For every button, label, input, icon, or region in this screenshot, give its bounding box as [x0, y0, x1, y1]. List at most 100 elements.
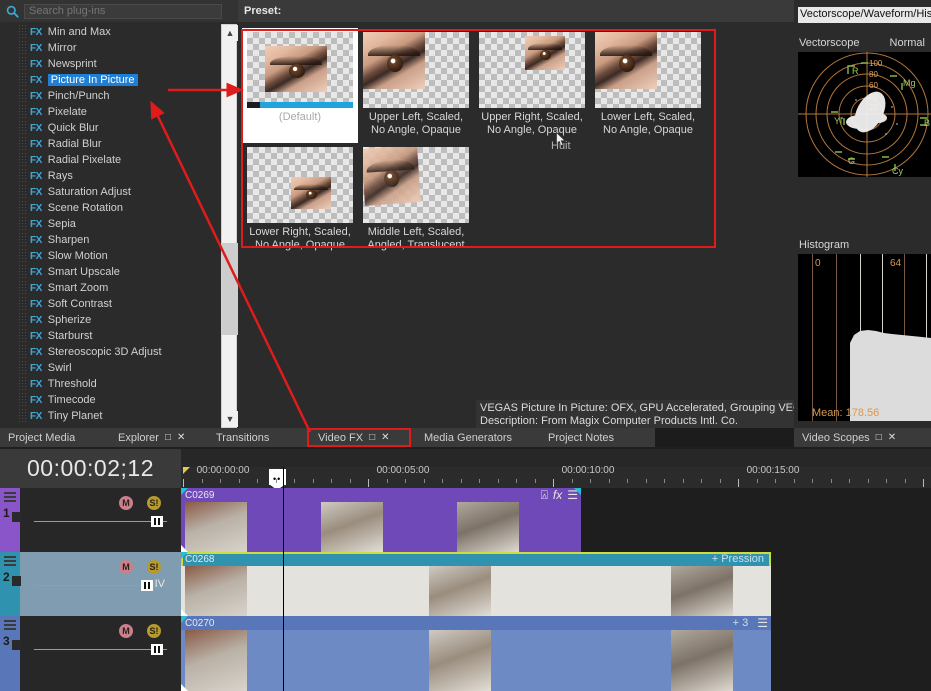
fx-list-item[interactable]: FX Soft Contrast	[0, 296, 220, 312]
close-icon[interactable]: ✕	[888, 432, 896, 443]
preset-item[interactable]: Upper Left, Scaled, No Angle, Opaque	[358, 28, 474, 143]
fx-list-item[interactable]: FX Swirl	[0, 360, 220, 376]
timeline-clip[interactable]: C0270 + 3 ☰	[181, 616, 771, 691]
crop-icon[interactable]: ⍓	[541, 488, 548, 503]
fade-in-lower-handle[interactable]	[181, 609, 188, 616]
close-icon[interactable]: ✕	[177, 432, 185, 443]
fx-list-scrollbar[interactable]: ▲ ▼	[221, 24, 238, 428]
clip-header[interactable]: C0269 ⍓ fx ☰	[181, 488, 581, 502]
fx-list-item[interactable]: FX Min and Max	[0, 24, 220, 40]
tab-project-notes[interactable]: Project Notes	[540, 428, 655, 447]
mute-icon[interactable]: M	[119, 560, 133, 574]
fx-list-item[interactable]: FX Quick Blur	[0, 120, 220, 136]
tree-connector	[18, 360, 26, 376]
fx-list-item[interactable]: FX Starburst	[0, 328, 220, 344]
fx-list-item[interactable]: FX Pinch/Punch	[0, 88, 220, 104]
fade-in-lower-handle[interactable]	[181, 545, 188, 552]
fx-list-item[interactable]: FX Sepia	[0, 216, 220, 232]
preset-item[interactable]: Lower Right, Scaled, No Angle, Opaque	[242, 143, 358, 258]
track-header[interactable]: 2 M S! IV	[0, 552, 181, 616]
marker-strip[interactable]	[181, 449, 931, 467]
fx-list-item[interactable]: FX Rays	[0, 168, 220, 184]
fx-icon[interactable]: fx	[553, 488, 562, 502]
track-number-strip[interactable]: 1	[0, 488, 21, 552]
fx-plugin-list[interactable]: FX Min and Max FX Mirror FX Newsprint FX Pictur…	[0, 24, 220, 428]
fader-handle[interactable]	[151, 644, 163, 655]
fx-list-item-label: Timecode	[47, 394, 96, 406]
fx-list-item[interactable]: FX Smart Upscale	[0, 264, 220, 280]
maximize-icon[interactable]: □	[369, 432, 375, 443]
fade-in-lower-handle[interactable]	[181, 684, 188, 691]
fx-list-item-label: Threshold	[47, 378, 97, 390]
fx-list-item[interactable]: FX Scene Rotation	[0, 200, 220, 216]
clip-thumbnails	[181, 502, 581, 552]
solo-icon[interactable]: S!	[147, 560, 161, 574]
fx-list-item[interactable]: FX Slow Motion	[0, 248, 220, 264]
tab-video-fx[interactable]: Video FX □ ✕	[310, 428, 416, 447]
mute-icon[interactable]: M	[119, 496, 133, 510]
fx-list-item[interactable]: FX Saturation Adjust	[0, 184, 220, 200]
tree-connector	[18, 296, 26, 312]
preset-grid[interactable]: (Default) Upper Left, Scaled, No Angle, Op…	[242, 28, 720, 258]
tab-explorer[interactable]: Explorer □ ✕	[110, 428, 208, 447]
mute-icon[interactable]: M	[119, 624, 133, 638]
search-input[interactable]	[24, 3, 222, 19]
timeline-clip[interactable]: C0269 ⍓ fx ☰	[181, 488, 581, 552]
track-level-fader[interactable]	[34, 521, 167, 522]
fader-handle[interactable]	[151, 516, 163, 527]
tab-video-scopes[interactable]: Video Scopes □ ✕	[794, 428, 931, 447]
clip-badge: + Pression	[711, 553, 764, 565]
track-number-strip[interactable]: 2	[0, 552, 21, 616]
clip-header[interactable]: C0270 + 3 ☰	[181, 616, 771, 630]
track-number-strip[interactable]: 3	[0, 616, 21, 691]
track-menu-icon[interactable]	[4, 556, 16, 567]
track-menu-icon[interactable]	[4, 620, 16, 631]
fade-in-handle[interactable]	[181, 552, 188, 559]
fx-list-item[interactable]: FX Spherize	[0, 312, 220, 328]
fade-in-handle[interactable]	[181, 616, 188, 623]
fx-list-item[interactable]: FX Radial Pixelate	[0, 152, 220, 168]
timecode-display[interactable]: 00:00:02;12	[0, 449, 181, 488]
track-header[interactable]: 1 M S!	[0, 488, 181, 552]
track-level-fader[interactable]	[34, 649, 167, 650]
maximize-icon[interactable]: □	[876, 432, 882, 443]
fade-out-handle[interactable]	[574, 488, 581, 495]
solo-icon[interactable]: S!	[147, 496, 161, 510]
scrollbar-thumb[interactable]	[222, 243, 238, 335]
fx-list-item[interactable]: FX Threshold	[0, 376, 220, 392]
scroll-down-arrow[interactable]: ▼	[222, 411, 238, 427]
fx-list-item[interactable]: FX Mirror	[0, 40, 220, 56]
fx-list-item[interactable]: FX Picture In Picture	[0, 72, 220, 88]
track-header[interactable]: 3 M S!	[0, 616, 181, 691]
tab-transitions[interactable]: Transitions	[208, 428, 310, 447]
tab-media-generators[interactable]: Media Generators	[416, 428, 540, 447]
preset-item[interactable]: Lower Left, Scaled, No Angle, Opaque	[590, 28, 706, 143]
histogram-curve	[850, 330, 931, 421]
fx-list-item[interactable]: FX Stereoscopic 3D Adjust	[0, 344, 220, 360]
fx-list-item[interactable]: FX Smart Zoom	[0, 280, 220, 296]
fader-handle[interactable]	[141, 580, 153, 591]
fx-list-item[interactable]: FX Tiny Planet	[0, 408, 220, 424]
preset-item[interactable]: Middle Left, Scaled, Angled, Translucent	[358, 143, 474, 258]
vectorscope-mode[interactable]: Normal	[890, 37, 925, 49]
scroll-up-arrow[interactable]: ▲	[222, 25, 238, 41]
fx-list-item[interactable]: FX Newsprint	[0, 56, 220, 72]
maximize-icon[interactable]: □	[165, 432, 171, 443]
preset-item[interactable]: Upper Right, Scaled, No Angle, Opaque	[474, 28, 590, 143]
clip-header[interactable]: C0268 + Pression	[181, 552, 771, 566]
timeline-clip[interactable]: C0268 + Pression	[181, 552, 771, 616]
fx-list-item[interactable]: FX Pixelate	[0, 104, 220, 120]
fade-in-handle[interactable]	[181, 488, 188, 495]
track-menu-icon[interactable]	[4, 492, 16, 503]
solo-icon[interactable]: S!	[147, 624, 161, 638]
panel-tab-bar[interactable]: Project Media Explorer □ ✕ Transitions Video …	[0, 428, 931, 447]
fx-list-item[interactable]: FX Timecode	[0, 392, 220, 408]
fx-list-item[interactable]: FX Sharpen	[0, 232, 220, 248]
tab-project-media[interactable]: Project Media	[0, 428, 110, 447]
close-icon[interactable]: ✕	[381, 432, 389, 443]
timeline-ruler[interactable]: •• 00:00:00:00 00:00:05:00 00:00:10:00 00:0…	[181, 449, 931, 490]
preset-item[interactable]: (Default)	[242, 28, 358, 143]
fx-list-item[interactable]: FX Radial Blur	[0, 136, 220, 152]
scopes-title-dropdown[interactable]: Vectorscope/Waveform/His	[798, 7, 931, 23]
clip-menu-icon[interactable]: ☰	[757, 616, 768, 630]
